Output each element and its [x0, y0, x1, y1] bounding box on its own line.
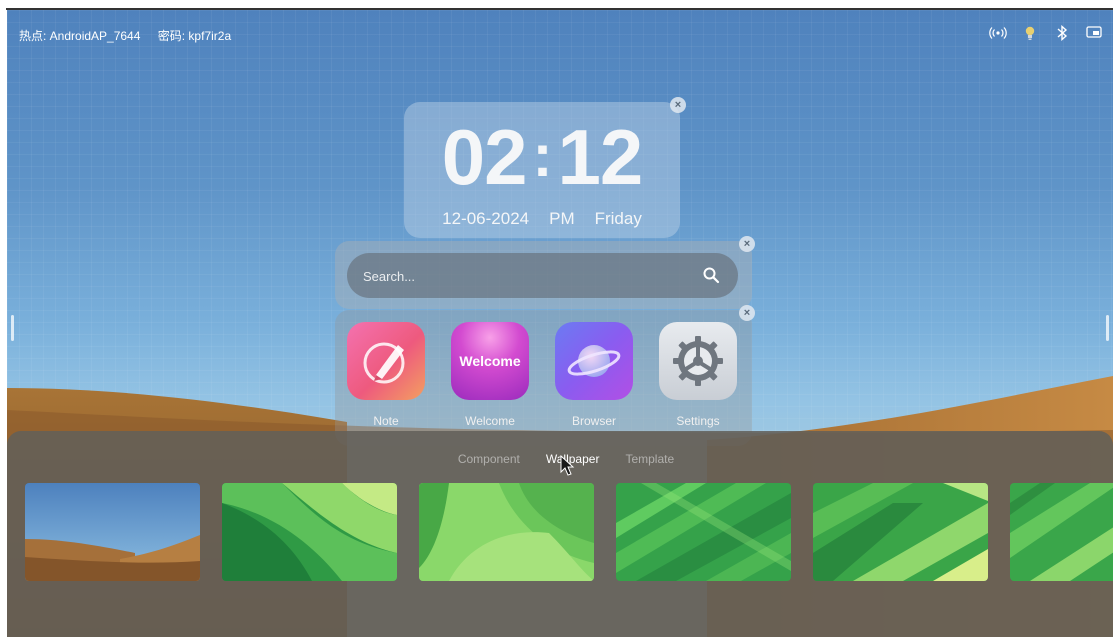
- app-browser[interactable]: Browser: [554, 322, 634, 428]
- tab-template[interactable]: Template: [625, 452, 674, 466]
- bulb-icon[interactable]: [1021, 24, 1039, 42]
- clock-date-row: 12-06-2024 PM Friday: [404, 209, 680, 229]
- search-icon[interactable]: [702, 266, 720, 284]
- note-icon[interactable]: [347, 322, 425, 400]
- clock-hours: 02: [441, 113, 528, 201]
- browser-icon[interactable]: [555, 322, 633, 400]
- welcome-icon[interactable]: Welcome: [451, 322, 529, 400]
- tab-component[interactable]: Component: [458, 452, 520, 466]
- wallpaper-thumb-green-waves-1[interactable]: [222, 483, 397, 581]
- hotspot-icon[interactable]: [989, 24, 1007, 42]
- welcome-icon-text: Welcome: [459, 353, 521, 369]
- wallpaper-thumb-green-stripes-2[interactable]: [813, 483, 988, 581]
- settings-icon[interactable]: [659, 322, 737, 400]
- right-edge-handle[interactable]: [1106, 315, 1109, 341]
- close-apps-widget-button[interactable]: ×: [739, 305, 755, 321]
- app-browser-label: Browser: [571, 414, 616, 428]
- search-input[interactable]: [363, 266, 663, 286]
- clock-weekday: Friday: [594, 209, 642, 228]
- home-screen: 热点: AndroidAP_7644 密码: kpf7ir2a 02:12 12…: [7, 10, 1113, 637]
- app-note-label: Note: [373, 414, 399, 428]
- mouse-cursor: [560, 455, 575, 476]
- wallpaper-thumb-green-stripes-3[interactable]: [1010, 483, 1113, 581]
- wallpaper-thumb-green-waves-2[interactable]: [419, 483, 594, 581]
- app-settings[interactable]: Settings: [658, 322, 738, 428]
- clock-widget: 02:12 12-06-2024 PM Friday: [404, 102, 680, 238]
- clock-minutes: 12: [557, 113, 643, 201]
- screen-cast-icon[interactable]: [1085, 24, 1103, 42]
- app-settings-label: Settings: [676, 414, 720, 428]
- app-welcome[interactable]: Welcome Welcome: [450, 322, 530, 428]
- clock-date: 12-06-2024: [442, 209, 530, 228]
- hotspot-password: 密码: kpf7ir2a: [157, 29, 232, 43]
- left-edge-handle[interactable]: [11, 315, 14, 341]
- bluetooth-icon[interactable]: [1053, 24, 1071, 42]
- clock-ampm: PM: [549, 209, 575, 228]
- app-note[interactable]: Note: [346, 322, 426, 428]
- search-bar[interactable]: [347, 253, 738, 298]
- window-top-border: [0, 0, 1113, 10]
- hotspot-name: 热点: AndroidAP_7644: [19, 29, 141, 43]
- wallpaper-thumb-desert[interactable]: [25, 483, 200, 581]
- app-welcome-label: Welcome: [465, 414, 515, 428]
- status-icons: [989, 24, 1103, 42]
- search-widget: [335, 241, 752, 309]
- close-search-widget-button[interactable]: ×: [739, 236, 755, 252]
- hotspot-info: 热点: AndroidAP_7644 密码: kpf7ir2a: [19, 27, 245, 44]
- apps-widget: Note Welcome Welcome Browser Settings: [335, 310, 752, 446]
- clock-time: 02:12: [404, 112, 680, 203]
- wallpaper-thumb-green-stripes-1[interactable]: [616, 483, 791, 581]
- close-clock-widget-button[interactable]: ×: [670, 97, 686, 113]
- clock-colon: :: [532, 122, 553, 189]
- window-left-border: [0, 10, 7, 637]
